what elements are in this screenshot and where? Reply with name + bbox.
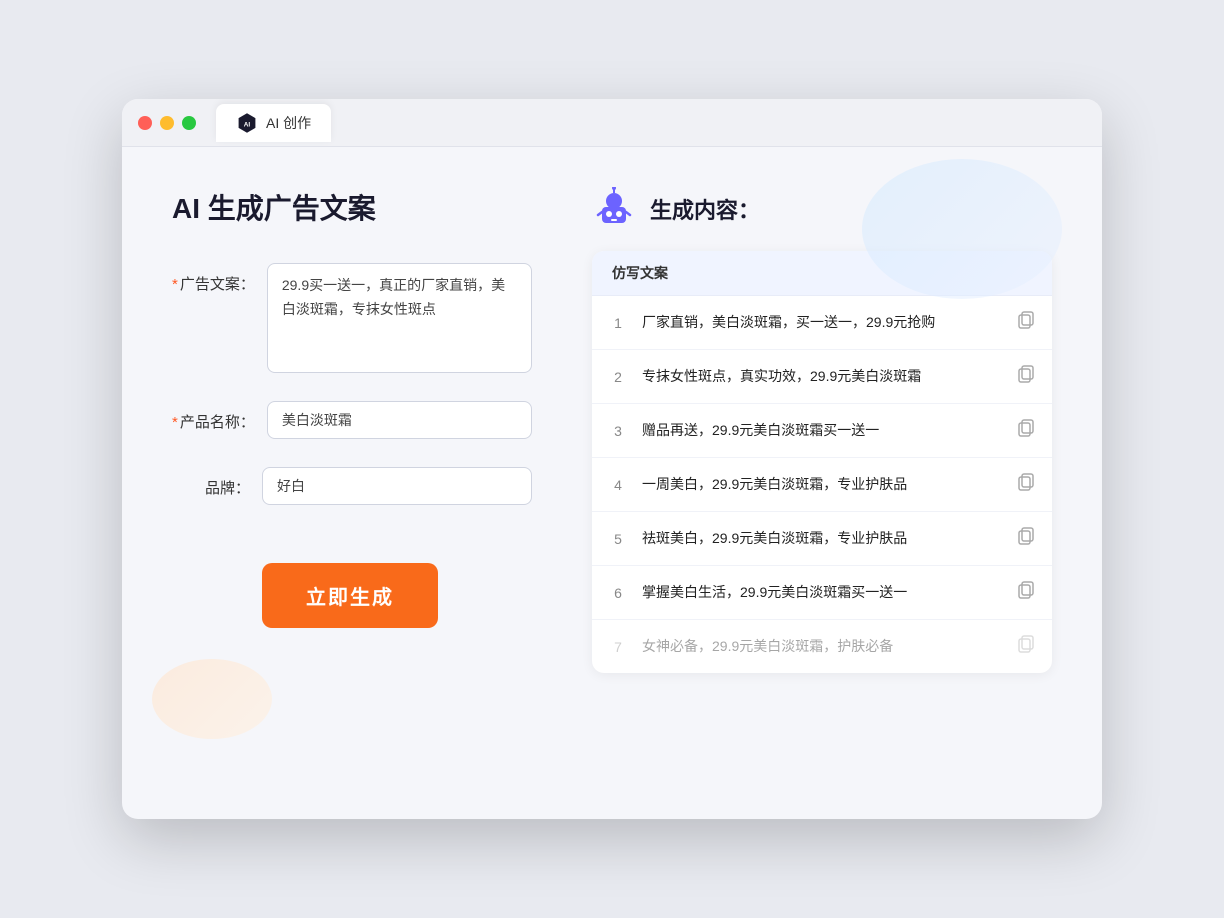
browser-window: AI AI 创作 AI 生成广告文案 *广告文案： 29.9买一送一，真正的厂家… — [122, 99, 1102, 819]
row-number: 1 — [608, 315, 628, 331]
close-button[interactable] — [138, 116, 152, 130]
copy-icon[interactable] — [1016, 634, 1036, 659]
left-panel: AI 生成广告文案 *广告文案： 29.9买一送一，真正的厂家直销，美白淡斑霜，… — [172, 187, 532, 779]
row-number: 3 — [608, 423, 628, 439]
ad-copy-input[interactable]: 29.9买一送一，真正的厂家直销，美白淡斑霜，专抹女性斑点 — [267, 263, 532, 373]
copy-icon[interactable] — [1016, 364, 1036, 389]
table-row: 3 赠品再送，29.9元美白淡斑霜买一送一 — [592, 404, 1052, 458]
table-row: 7 女神必备，29.9元美白淡斑霜，护肤必备 — [592, 620, 1052, 673]
table-row: 1 厂家直销，美白淡斑霜，买一送一，29.9元抢购 — [592, 296, 1052, 350]
brand-label: 品牌： — [172, 467, 262, 498]
row-number: 6 — [608, 585, 628, 601]
results-table: 仿写文案 1 厂家直销，美白淡斑霜，买一送一，29.9元抢购 2 专抹女性斑点，真实… — [592, 251, 1052, 673]
table-row: 4 一周美白，29.9元美白淡斑霜，专业护肤品 — [592, 458, 1052, 512]
traffic-lights — [138, 116, 196, 130]
page-title: AI 生成广告文案 — [172, 187, 532, 227]
right-panel: 生成内容： 仿写文案 1 厂家直销，美白淡斑霜，买一送一，29.9元抢购 2 专抹女… — [592, 187, 1052, 779]
generate-button[interactable]: 立即生成 — [262, 563, 438, 628]
product-name-label: *产品名称： — [172, 401, 267, 432]
active-tab[interactable]: AI AI 创作 — [216, 104, 331, 142]
titlebar: AI AI 创作 — [122, 99, 1102, 147]
copy-icon[interactable] — [1016, 310, 1036, 335]
maximize-button[interactable] — [182, 116, 196, 130]
copy-icon[interactable] — [1016, 580, 1036, 605]
rows-container: 1 厂家直销，美白淡斑霜，买一送一，29.9元抢购 2 专抹女性斑点，真实功效，29… — [592, 296, 1052, 673]
svg-text:AI: AI — [244, 121, 251, 128]
copy-icon[interactable] — [1016, 472, 1036, 497]
table-header: 仿写文案 — [592, 251, 1052, 296]
product-name-input[interactable] — [267, 401, 532, 439]
row-number: 5 — [608, 531, 628, 547]
row-text: 厂家直销，美白淡斑霜，买一送一，29.9元抢购 — [642, 312, 1002, 333]
table-row: 6 掌握美白生活，29.9元美白淡斑霜买一送一 — [592, 566, 1052, 620]
brand-input[interactable] — [262, 467, 532, 505]
row-number: 4 — [608, 477, 628, 493]
ad-copy-group: *广告文案： 29.9买一送一，真正的厂家直销，美白淡斑霜，专抹女性斑点 — [172, 263, 532, 373]
row-text: 祛斑美白，29.9元美白淡斑霜，专业护肤品 — [642, 528, 1002, 549]
table-row: 2 专抹女性斑点，真实功效，29.9元美白淡斑霜 — [592, 350, 1052, 404]
product-name-group: *产品名称： — [172, 401, 532, 439]
tab-label: AI 创作 — [266, 113, 311, 133]
required-star-2: * — [172, 414, 178, 431]
copy-icon[interactable] — [1016, 526, 1036, 551]
row-number: 7 — [608, 639, 628, 655]
row-text: 掌握美白生活，29.9元美白淡斑霜买一送一 — [642, 582, 1002, 603]
ai-tab-icon: AI — [236, 112, 258, 134]
row-text: 一周美白，29.9元美白淡斑霜，专业护肤品 — [642, 474, 1002, 495]
robot-icon — [592, 187, 636, 231]
table-row: 5 祛斑美白，29.9元美白淡斑霜，专业护肤品 — [592, 512, 1052, 566]
required-star: * — [172, 276, 178, 293]
row-text: 赠品再送，29.9元美白淡斑霜买一送一 — [642, 420, 1002, 441]
copy-icon[interactable] — [1016, 418, 1036, 443]
row-text: 女神必备，29.9元美白淡斑霜，护肤必备 — [642, 636, 1002, 657]
row-text: 专抹女性斑点，真实功效，29.9元美白淡斑霜 — [642, 366, 1002, 387]
right-header: 生成内容： — [592, 187, 1052, 231]
main-content: AI 生成广告文案 *广告文案： 29.9买一送一，真正的厂家直销，美白淡斑霜，… — [122, 147, 1102, 819]
right-title: 生成内容： — [650, 193, 760, 225]
row-number: 2 — [608, 369, 628, 385]
minimize-button[interactable] — [160, 116, 174, 130]
brand-group: 品牌： — [172, 467, 532, 505]
ad-copy-label: *广告文案： — [172, 263, 267, 294]
